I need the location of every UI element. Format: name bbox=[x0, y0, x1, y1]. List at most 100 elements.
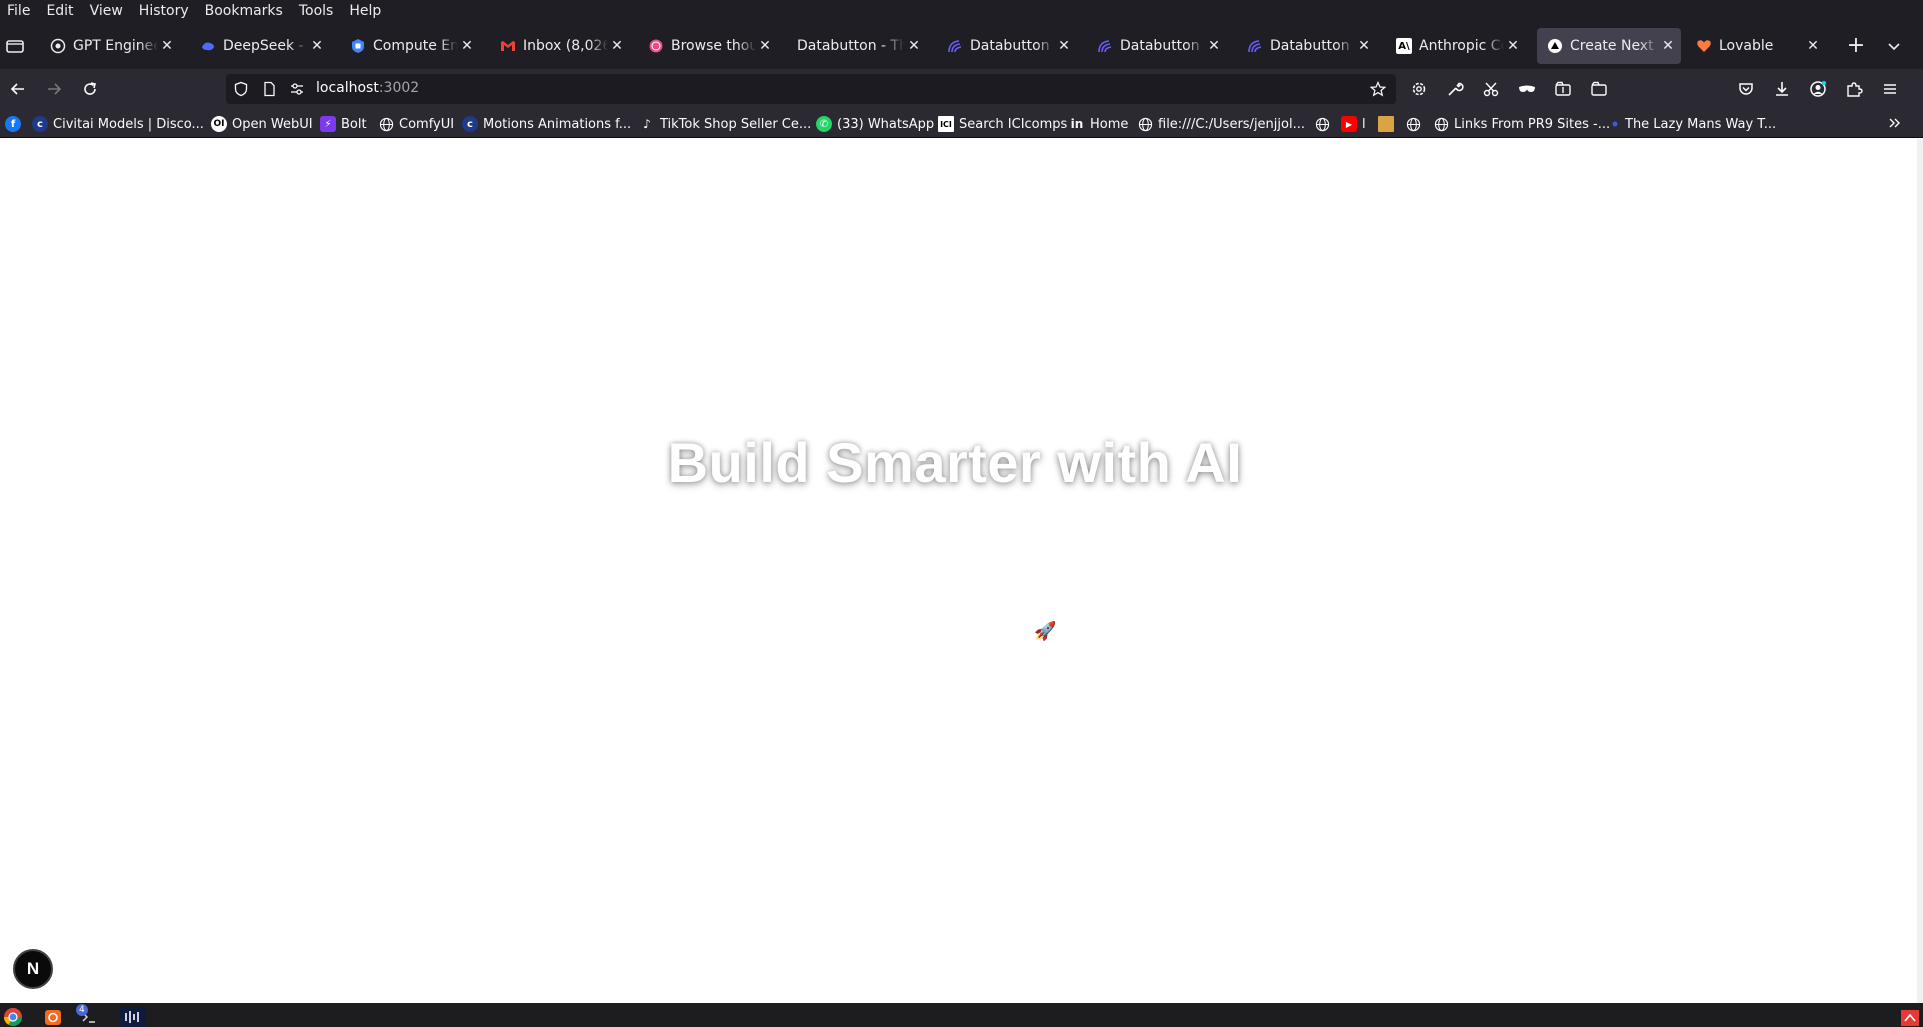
bookmark-comfyui[interactable]: ComfyUI bbox=[378, 114, 454, 134]
tab-title: Databutton bbox=[1120, 38, 1200, 54]
url-text[interactable]: localhost:3002 bbox=[316, 80, 419, 96]
back-icon[interactable] bbox=[6, 77, 30, 101]
tab-deepseek[interactable]: DeepSeek - Into ✕ bbox=[190, 28, 330, 64]
close-icon[interactable]: ✕ bbox=[608, 37, 626, 55]
bookmark-facebook[interactable]: f bbox=[5, 114, 26, 134]
folder-icon[interactable] bbox=[1589, 79, 1609, 99]
databutton-icon bbox=[1097, 38, 1113, 54]
tab-title: DeepSeek - Into bbox=[223, 38, 308, 54]
close-icon[interactable]: ✕ bbox=[1504, 37, 1522, 55]
bookmark-image[interactable] bbox=[1378, 114, 1399, 134]
dribbble-icon bbox=[648, 38, 664, 54]
app-launcher-icon[interactable] bbox=[40, 1006, 66, 1027]
tab-create-next-app[interactable]: Create Next Ap ✕ bbox=[1537, 28, 1681, 64]
bookmark-globe-2[interactable] bbox=[1405, 114, 1426, 134]
tab-title: Anthropic Cons bbox=[1419, 38, 1504, 54]
civitai-icon: c bbox=[32, 116, 48, 132]
close-icon[interactable]: ✕ bbox=[756, 37, 774, 55]
tab-compute-engine[interactable]: Compute Engine ✕ bbox=[340, 28, 480, 64]
tab-databutton-3[interactable]: Databutton ✕ bbox=[1237, 28, 1377, 64]
menu-help[interactable]: Help bbox=[344, 0, 386, 23]
tab-gmail-inbox[interactable]: Inbox (8,026) - J ✕ bbox=[490, 28, 630, 64]
bookmark-search-icicomps[interactable]: ICI Search ICIcomps bbox=[938, 114, 1067, 134]
bookmark-label: TikTok Shop Seller Ce... bbox=[660, 116, 812, 132]
bookmark-local-file[interactable]: file:///C:/Users/jenjjol... bbox=[1137, 114, 1305, 134]
bookmark-open-webui[interactable]: OI Open WebUI bbox=[211, 114, 313, 134]
bookmark-motions-animations[interactable]: c Motions Animations f... bbox=[462, 114, 631, 134]
container-tabs-icon[interactable] bbox=[1553, 79, 1573, 99]
bookmark-globe-1[interactable] bbox=[1314, 114, 1335, 134]
bookmark-youtube[interactable]: ▶ l bbox=[1341, 114, 1366, 134]
close-icon[interactable]: ✕ bbox=[308, 37, 326, 55]
menu-edit[interactable]: Edit bbox=[41, 0, 78, 23]
bookmark-label: Open WebUI bbox=[232, 116, 313, 132]
close-icon[interactable]: ✕ bbox=[1205, 37, 1223, 55]
bookmark-lazy-mans-way[interactable]: The Lazy Mans Way T... bbox=[1610, 114, 1776, 134]
tab-title: Databutton - The A bbox=[797, 38, 905, 54]
address-bar[interactable]: localhost:3002 bbox=[226, 74, 1396, 104]
close-icon[interactable]: ✕ bbox=[905, 37, 923, 55]
dot-icon bbox=[1610, 116, 1620, 132]
nextjs-dev-indicator-button[interactable]: N bbox=[13, 949, 53, 989]
gpt-engineer-icon bbox=[50, 38, 66, 54]
bookmark-star-icon[interactable] bbox=[1369, 81, 1387, 97]
tab-dribbble[interactable]: Browse thousar ✕ bbox=[638, 28, 778, 64]
menu-tools[interactable]: Tools bbox=[294, 0, 339, 23]
page-scrollbar[interactable] bbox=[1917, 139, 1923, 1003]
tab-gpt-engineer[interactable]: GPT Engineer S ✕ bbox=[40, 28, 180, 64]
facebook-icon: f bbox=[5, 116, 21, 132]
bookmark-linkedin-home[interactable]: in Home bbox=[1069, 114, 1129, 134]
close-icon[interactable]: ✕ bbox=[458, 37, 476, 55]
firefox-view-icon[interactable] bbox=[4, 35, 26, 57]
page-info-icon[interactable] bbox=[261, 81, 277, 97]
close-icon[interactable]: ✕ bbox=[1804, 37, 1822, 55]
close-icon[interactable]: ✕ bbox=[158, 37, 176, 55]
close-icon[interactable]: ✕ bbox=[1659, 37, 1677, 55]
tracking-protection-shield-icon[interactable] bbox=[233, 81, 249, 97]
downloads-icon[interactable] bbox=[1772, 79, 1792, 99]
private-browsing-mask-icon[interactable] bbox=[1517, 79, 1537, 99]
tab-strip: GPT Engineer S ✕ DeepSeek - Into ✕ Compu… bbox=[0, 23, 1923, 69]
system-tray-icon[interactable] bbox=[1897, 1006, 1923, 1027]
menu-history[interactable]: History bbox=[134, 0, 194, 23]
bookmark-tiktok-shop[interactable]: ♪ TikTok Shop Seller Ce... bbox=[639, 114, 811, 134]
extensions-puzzle-icon[interactable] bbox=[1844, 79, 1864, 99]
screenshot-icon[interactable] bbox=[1481, 79, 1501, 99]
bolt-icon: ⚡ bbox=[320, 116, 336, 132]
reload-icon[interactable] bbox=[78, 77, 102, 101]
menu-view[interactable]: View bbox=[85, 0, 128, 23]
globe-icon bbox=[1433, 116, 1449, 132]
site-permissions-icon[interactable] bbox=[289, 81, 305, 97]
new-tab-button[interactable]: + bbox=[1846, 35, 1866, 57]
menu-bookmarks[interactable]: Bookmarks bbox=[200, 0, 288, 23]
bookmarks-overflow-chevron-icon[interactable] bbox=[1885, 113, 1905, 133]
tab-databutton-pricing[interactable]: Databutton | Pr ✕ bbox=[937, 28, 1077, 64]
bookmark-civitai[interactable]: c Civitai Models | Disco... bbox=[32, 114, 204, 134]
wrench-icon[interactable] bbox=[1445, 79, 1465, 99]
pocket-icon[interactable] bbox=[1736, 79, 1756, 99]
forward-icon[interactable] bbox=[42, 77, 66, 101]
audio-app-icon[interactable] bbox=[120, 1006, 146, 1027]
account-icon[interactable] bbox=[1808, 79, 1828, 99]
tab-databutton-2[interactable]: Databutton ✕ bbox=[1087, 28, 1227, 64]
bookmark-label: Civitai Models | Disco... bbox=[53, 116, 204, 132]
close-icon[interactable]: ✕ bbox=[1055, 37, 1073, 55]
bookmark-pr9-links[interactable]: Links From PR9 Sites -... bbox=[1433, 114, 1610, 134]
tab-lovable[interactable]: Lovable ✕ bbox=[1686, 28, 1826, 64]
bookmark-label: The Lazy Mans Way T... bbox=[1625, 116, 1777, 132]
bookmark-label: Home bbox=[1090, 116, 1129, 132]
close-icon[interactable]: ✕ bbox=[1355, 37, 1373, 55]
tab-anthropic-console[interactable]: A\ Anthropic Cons ✕ bbox=[1386, 28, 1526, 64]
tab-title: GPT Engineer S bbox=[73, 38, 158, 54]
tab-databutton-home[interactable]: Databutton - The A ✕ bbox=[787, 28, 927, 64]
tab-title: Databutton | Pr bbox=[970, 38, 1055, 54]
bookmark-bolt[interactable]: ⚡ Bolt bbox=[320, 114, 367, 134]
list-all-tabs-icon[interactable] bbox=[1884, 36, 1904, 56]
bookmarks-toolbar: f c Civitai Models | Disco... OI Open We… bbox=[0, 109, 1923, 138]
bookmark-whatsapp[interactable]: ✆ (33) WhatsApp bbox=[816, 114, 934, 134]
menu-file[interactable]: File bbox=[2, 0, 35, 23]
settings-gear-icon[interactable] bbox=[1409, 79, 1429, 99]
chrome-icon[interactable] bbox=[0, 1006, 26, 1027]
hamburger-menu-icon[interactable] bbox=[1880, 79, 1900, 99]
globe-icon bbox=[1314, 116, 1330, 132]
